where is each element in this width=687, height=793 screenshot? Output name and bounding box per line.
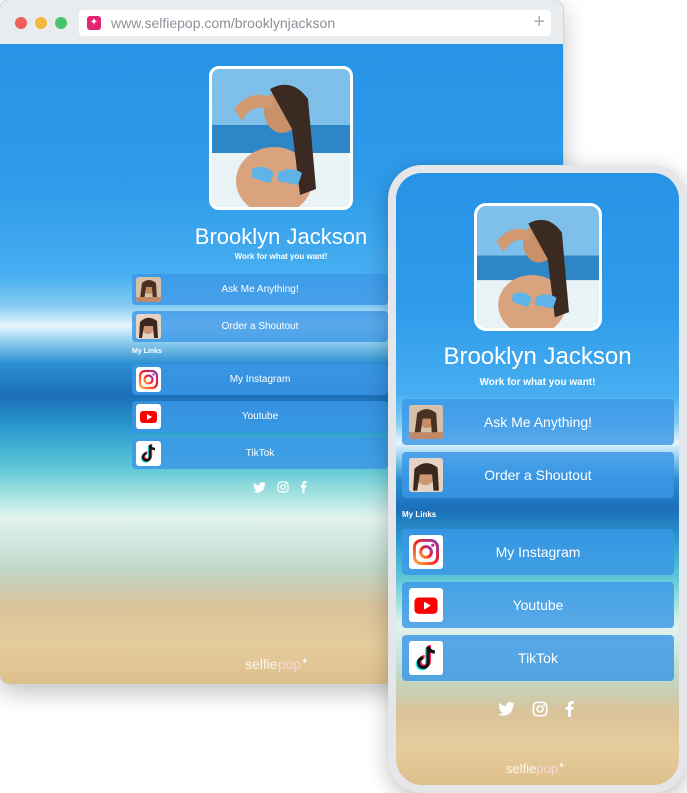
service-button-ask-me-anything[interactable]: Ask Me Anything! — [402, 399, 674, 445]
link-button-tiktok[interactable]: TikTok — [402, 635, 674, 681]
twitter-icon[interactable] — [498, 702, 515, 721]
facebook-icon[interactable] — [300, 480, 307, 498]
link-label: TikTok — [245, 448, 275, 459]
logo-text-pop: pop — [536, 761, 559, 776]
my-links-heading: My Links — [402, 510, 437, 519]
profile-photo-thumb — [136, 314, 161, 339]
url-text: www.selfiepop.com/brooklynjackson — [111, 15, 336, 31]
youtube-icon — [409, 588, 443, 622]
social-icons — [498, 701, 574, 722]
service-label: Ask Me Anything! — [221, 284, 299, 295]
sparkle-icon: ✦ — [301, 656, 309, 666]
new-tab-button[interactable]: + — [533, 12, 545, 32]
profile-name: Brooklyn Jackson — [443, 343, 632, 370]
selfiepop-logo: selfiepop✦ — [245, 656, 309, 672]
service-label: Order a Shoutout — [221, 321, 299, 332]
twitter-icon[interactable] — [253, 480, 266, 498]
service-button-order-a-shoutout[interactable]: Order a Shoutout — [402, 452, 674, 498]
browser-toolbar: ✦ www.selfiepop.com/brooklynjackson + — [0, 0, 563, 44]
youtube-icon — [136, 404, 161, 429]
link-button-youtube[interactable]: Youtube — [132, 401, 388, 432]
instagram-icon[interactable] — [532, 701, 548, 722]
instagram-icon — [136, 367, 161, 392]
profile-photo-thumb — [409, 458, 443, 492]
facebook-icon[interactable] — [565, 701, 574, 722]
close-window-button[interactable] — [15, 17, 27, 29]
link-button-instagram[interactable]: My Instagram — [132, 364, 388, 395]
profile-photo — [209, 66, 353, 210]
my-links-heading: My Links — [132, 348, 162, 355]
profile-tagline: Work for what you want! — [479, 377, 596, 388]
social-icons — [253, 480, 307, 498]
maximize-window-button[interactable] — [55, 17, 67, 29]
instagram-icon — [409, 535, 443, 569]
link-label: Youtube — [241, 411, 279, 422]
selfiepop-favicon-icon: ✦ — [87, 16, 101, 30]
instagram-icon[interactable] — [277, 480, 289, 498]
profile-name: Brooklyn Jackson — [194, 224, 368, 249]
profile-photo-thumb — [409, 405, 443, 439]
phone-frame: Brooklyn Jackson Work for what you want!… — [388, 165, 687, 793]
link-button-youtube[interactable]: Youtube — [402, 582, 674, 628]
profile-tagline: Work for what you want! — [234, 252, 328, 261]
profile-photo — [474, 203, 602, 331]
link-label: My Instagram — [229, 374, 291, 385]
link-button-tiktok[interactable]: TikTok — [132, 438, 388, 469]
address-bar[interactable]: ✦ www.selfiepop.com/brooklynjackson + — [79, 10, 551, 36]
minimize-window-button[interactable] — [35, 17, 47, 29]
tiktok-icon — [136, 441, 161, 466]
logo-text-selfie: selfie — [245, 656, 278, 672]
selfiepop-logo: selfiepop✦ — [506, 761, 565, 776]
service-button-ask-me-anything[interactable]: Ask Me Anything! — [132, 274, 388, 305]
phone-page: Brooklyn Jackson Work for what you want!… — [396, 173, 679, 785]
profile-photo-thumb — [136, 277, 161, 302]
link-button-instagram[interactable]: My Instagram — [402, 529, 674, 575]
sparkle-icon: ✦ — [558, 761, 565, 770]
service-button-order-a-shoutout[interactable]: Order a Shoutout — [132, 311, 388, 342]
logo-text-selfie: selfie — [506, 761, 537, 776]
tiktok-icon — [409, 641, 443, 675]
logo-text-pop: pop — [277, 656, 302, 672]
